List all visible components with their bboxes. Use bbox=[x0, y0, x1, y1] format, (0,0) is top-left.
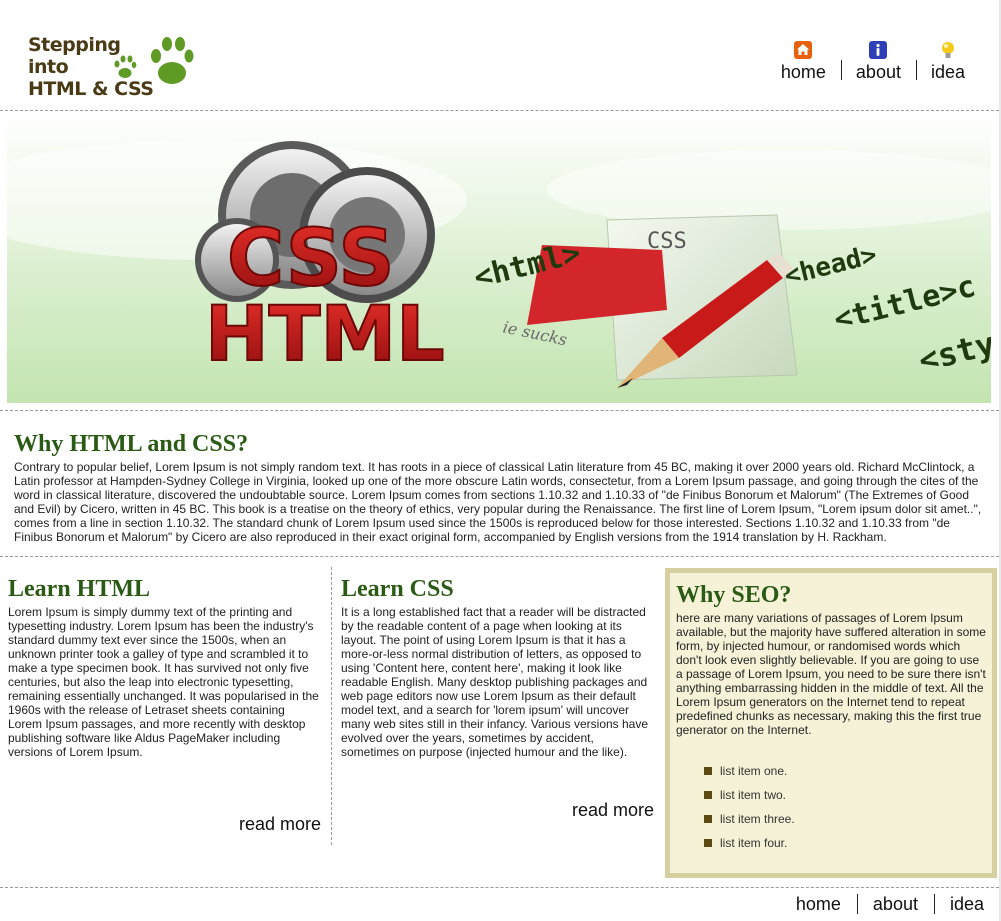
list-item: list item two. bbox=[704, 783, 986, 807]
list-item: list item three. bbox=[704, 807, 986, 831]
intro-title: Why HTML and CSS? bbox=[14, 431, 249, 457]
divider-hero bbox=[0, 410, 999, 411]
site-header: Stepping into HTML & CSS home about idea bbox=[0, 0, 999, 111]
hero-illustration: CSS ie sucks CSS HTML <html> <head> <tit… bbox=[7, 120, 991, 403]
nav-idea[interactable]: idea bbox=[915, 38, 965, 82]
footer-nav-idea[interactable]: idea bbox=[933, 893, 984, 915]
hero-banner: CSS ie sucks CSS HTML <html> <head> <tit… bbox=[7, 120, 991, 403]
page: Stepping into HTML & CSS home about idea… bbox=[0, 0, 1001, 921]
top-navigation: home about idea bbox=[766, 38, 965, 82]
list-item: list item four. bbox=[704, 831, 986, 855]
site-logo[interactable]: Stepping into HTML & CSS bbox=[28, 28, 194, 108]
seo-section: Why SEO? here are many variations of pas… bbox=[665, 568, 997, 878]
info-icon bbox=[869, 41, 888, 59]
learn-html-title: Learn HTML bbox=[8, 576, 150, 602]
hero-word-html: HTML bbox=[205, 289, 445, 378]
column-divider bbox=[331, 567, 332, 845]
nav-home-label: home bbox=[780, 62, 826, 82]
home-icon bbox=[794, 41, 813, 59]
intro-text: Contrary to popular belief, Lorem Ipsum … bbox=[14, 460, 982, 544]
learn-html-text: Lorem Ipsum is simply dummy text of the … bbox=[8, 605, 319, 759]
divider-footer bbox=[0, 887, 999, 888]
learn-css-text: It is a long established fact that a rea… bbox=[341, 605, 649, 759]
learn-html-section: Learn HTML Lorem Ipsum is simply dummy t… bbox=[8, 575, 322, 759]
learn-css-section: Learn CSS It is a long established fact … bbox=[341, 575, 653, 759]
footer-nav-about[interactable]: about bbox=[856, 893, 934, 915]
seo-list: list item one. list item two. list item … bbox=[676, 759, 986, 855]
nav-about[interactable]: about bbox=[840, 38, 916, 82]
intro-section: Why HTML and CSS? Contrary to popular be… bbox=[14, 430, 984, 544]
paw-prints-icon bbox=[114, 37, 194, 84]
lightbulb-icon bbox=[941, 42, 954, 58]
footer-nav-home[interactable]: home bbox=[780, 893, 857, 915]
seo-text: here are many variations of passages of … bbox=[676, 611, 986, 737]
seo-title: Why SEO? bbox=[676, 582, 792, 608]
nav-home[interactable]: home bbox=[766, 38, 841, 82]
list-item: list item one. bbox=[704, 759, 986, 783]
learn-css-title: Learn CSS bbox=[341, 576, 454, 602]
learn-html-read-more-link[interactable]: read more bbox=[239, 814, 321, 835]
divider-intro bbox=[0, 556, 999, 557]
footer-navigation: home about idea bbox=[780, 893, 984, 915]
nav-about-label: about bbox=[855, 62, 901, 82]
learn-css-read-more-link[interactable]: read more bbox=[572, 800, 654, 821]
nav-idea-label: idea bbox=[930, 62, 965, 82]
